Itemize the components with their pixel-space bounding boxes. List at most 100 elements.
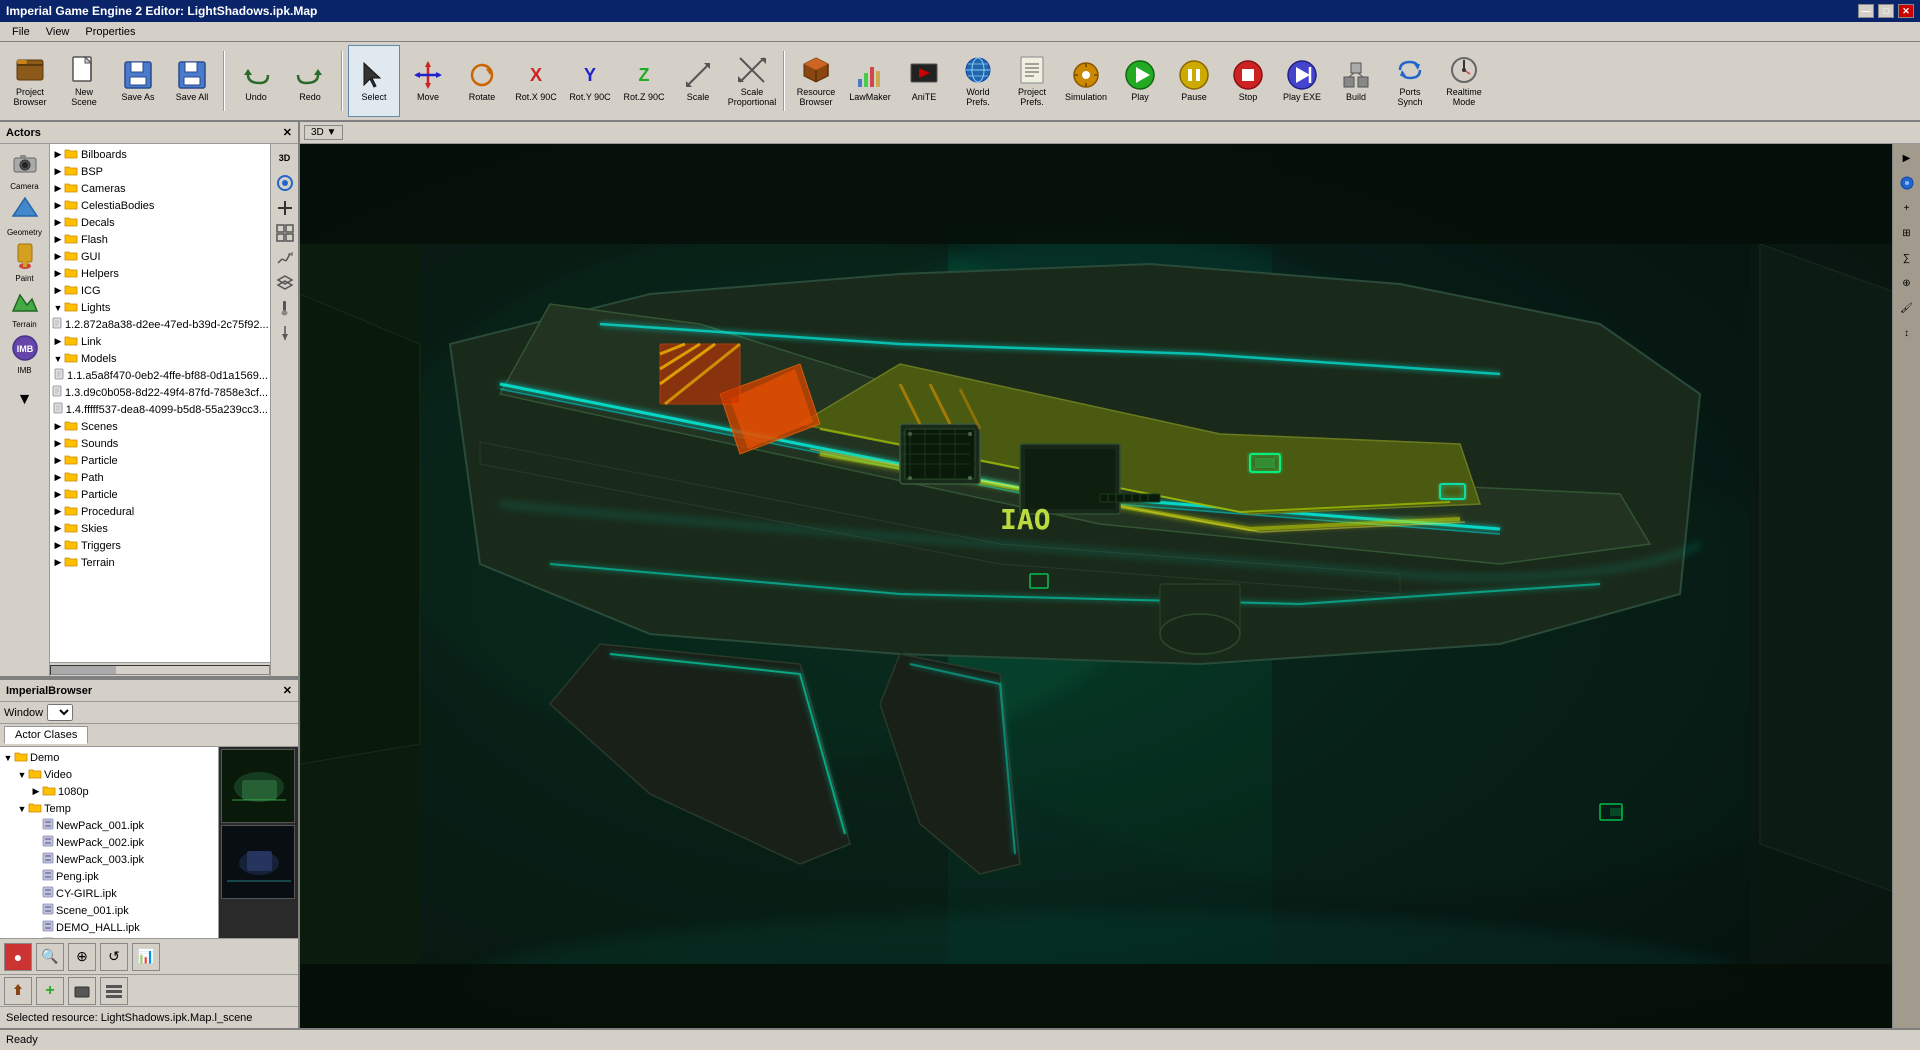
actors-tree-item-celestiabodies[interactable]: ▶CelestiaBodies [52,197,268,214]
actors-tree-item-helpers[interactable]: ▶Helpers [52,265,268,282]
actors-tree-item-model-2[interactable]: 1.3.d9c0b058-8d22-49f4-87fd-7858e3cf... [52,384,268,401]
stop-button[interactable]: Stop [1222,45,1274,117]
ib-tree-item-demo[interactable]: ▼Demo [2,749,216,766]
new-scene-button[interactable]: New Scene [58,45,110,117]
ib-tree-item-newpack001[interactable]: NewPack_001.ipk [2,817,216,834]
vp-perspective-button[interactable] [273,171,297,195]
actors-tree-item-particle[interactable]: ▶Particle [52,452,268,469]
ib-close-button[interactable]: ✕ [283,684,292,697]
actors-tree-item-bilboards[interactable]: ▶Bilboards [52,146,268,163]
select-button[interactable]: Select [348,45,400,117]
ib-tree-expand-scene001[interactable] [30,905,42,917]
ib-bottom-btn-4[interactable] [100,977,128,1005]
vp-stats-button[interactable] [273,246,297,270]
ib-tree-item-video[interactable]: ▼Video [2,766,216,783]
vp-tool-paint[interactable]: 🖌 [1895,296,1919,320]
menu-file[interactable]: File [4,24,38,40]
ib-tree-expand-1080p[interactable]: ▶ [30,786,42,798]
ib-tree-item-peng[interactable]: Peng.ipk [2,868,216,885]
actors-tree-item-light-guid[interactable]: 1.2.872a8a38-d2ee-47ed-b39d-2c75f92... [52,316,268,333]
vp-brush-button[interactable] [273,296,297,320]
actors-tree-item-link[interactable]: ▶Link [52,333,268,350]
ib-btn-search[interactable]: 🔍 [36,943,64,971]
tree-expand-decals[interactable]: ▶ [52,217,64,229]
tree-expand-link[interactable]: ▶ [52,336,64,348]
project-prefs-button[interactable]: Project Prefs. [1006,45,1058,117]
scale-prop-button[interactable]: Scale Proportional [726,45,778,117]
tree-expand-terrain-node[interactable]: ▶ [52,557,64,569]
actors-tree-item-gui[interactable]: ▶GUI [52,248,268,265]
vp-3d-button[interactable]: 3D [273,146,297,170]
vp-layers-button[interactable] [273,271,297,295]
play-exe-button[interactable]: Play EXE [1276,45,1328,117]
vp-tool-add[interactable]: + [1895,196,1919,220]
tree-expand-bsp[interactable]: ▶ [52,166,64,178]
tree-expand-icg[interactable]: ▶ [52,285,64,297]
tree-expand-triggers[interactable]: ▶ [52,540,64,552]
menu-view[interactable]: View [38,24,78,40]
viewport-3d-dropdown[interactable]: 3D ▼ [304,125,343,140]
actors-tree-item-lights[interactable]: ▼Lights [52,299,268,316]
actors-tree-item-scenes[interactable]: ▶Scenes [52,418,268,435]
tree-expand-lights[interactable]: ▼ [52,302,64,314]
vp-tool-sigma[interactable]: ∑ [1895,246,1919,270]
vp-plus-button[interactable] [273,196,297,220]
tree-expand-gui[interactable]: ▶ [52,251,64,263]
actors-close-button[interactable]: ✕ [283,126,292,139]
play-button[interactable]: Play [1114,45,1166,117]
vp-tool-grid[interactable]: ⊞ [1895,221,1919,245]
rot-z-button[interactable]: Z Rot.Z 90C [618,45,670,117]
tree-expand-helpers[interactable]: ▶ [52,268,64,280]
actors-tree-item-models[interactable]: ▼Models [52,350,268,367]
vp-grid-button[interactable] [273,221,297,245]
lawmaker-button[interactable]: LawMaker [844,45,896,117]
ib-btn-refresh[interactable]: ↺ [100,943,128,971]
geometry-button[interactable]: Geometry [3,194,47,238]
actors-tree-item-terrain-node[interactable]: ▶Terrain [52,554,268,571]
rot-x-button[interactable]: X Rot.X 90C [510,45,562,117]
pause-button[interactable]: Pause [1168,45,1220,117]
rotate-button[interactable]: Rotate [456,45,508,117]
actors-tree-item-skies[interactable]: ▶Skies [52,520,268,537]
actors-tree-item-procedural[interactable]: ▶Procedural [52,503,268,520]
actors-tree-item-bsp[interactable]: ▶BSP [52,163,268,180]
vp-arrow-button[interactable] [273,321,297,345]
tree-expand-particle2[interactable]: ▶ [52,489,64,501]
vp-tool-circle[interactable] [1895,171,1919,195]
actors-tree-item-flash[interactable]: ▶Flash [52,231,268,248]
maximize-button[interactable]: □ [1878,4,1894,18]
realtime-mode-button[interactable]: Realtime Mode [1438,45,1490,117]
ib-tree-expand-temp[interactable]: ▼ [16,803,28,815]
ib-tree-expand-peng[interactable] [30,871,42,883]
ports-synch-button[interactable]: Ports Synch [1384,45,1436,117]
ib-tree-item-1080p[interactable]: ▶1080p [2,783,216,800]
imb-button[interactable]: IMB IMB [3,332,47,376]
ib-tree-item-temp[interactable]: ▼Temp [2,800,216,817]
actors-tree-item-triggers[interactable]: ▶Triggers [52,537,268,554]
ib-tree-expand-newpack003[interactable] [30,854,42,866]
ib-bottom-btn-2[interactable]: + [36,977,64,1005]
resource-browser-button[interactable]: Resource Browser [790,45,842,117]
tree-expand-scenes[interactable]: ▶ [52,421,64,433]
ib-btn-red[interactable]: ● [4,943,32,971]
simulation-button[interactable]: Simulation [1060,45,1112,117]
anite-button[interactable]: AniTE [898,45,950,117]
ib-tree-expand-demo-hall[interactable] [30,922,42,934]
rot-y-button[interactable]: Y Rot.Y 90C [564,45,616,117]
world-prefs-button[interactable]: World Prefs. [952,45,1004,117]
ib-tree-expand-newpack002[interactable] [30,837,42,849]
actors-tree-item-cameras[interactable]: ▶Cameras [52,180,268,197]
redo-button[interactable]: Redo [284,45,336,117]
tree-expand-path[interactable]: ▶ [52,472,64,484]
tree-expand-particle[interactable]: ▶ [52,455,64,467]
terrain-button[interactable]: Terrain [3,286,47,330]
project-browser-button[interactable]: Project Browser [4,45,56,117]
ib-tree-expand-cy-girl[interactable] [30,888,42,900]
vp-tool-target[interactable]: ⊕ [1895,271,1919,295]
save-as-button[interactable]: Save As [112,45,164,117]
tree-expand-models[interactable]: ▼ [52,353,64,365]
ib-tab-actor-classes[interactable]: Actor Clases [4,726,88,744]
ib-btn-anchor[interactable]: ⊕ [68,943,96,971]
actors-tree-item-path[interactable]: ▶Path [52,469,268,486]
actors-tree-item-model-1[interactable]: 1.1.a5a8f470-0eb2-4ffe-bf88-0d1a1569... [52,367,268,384]
